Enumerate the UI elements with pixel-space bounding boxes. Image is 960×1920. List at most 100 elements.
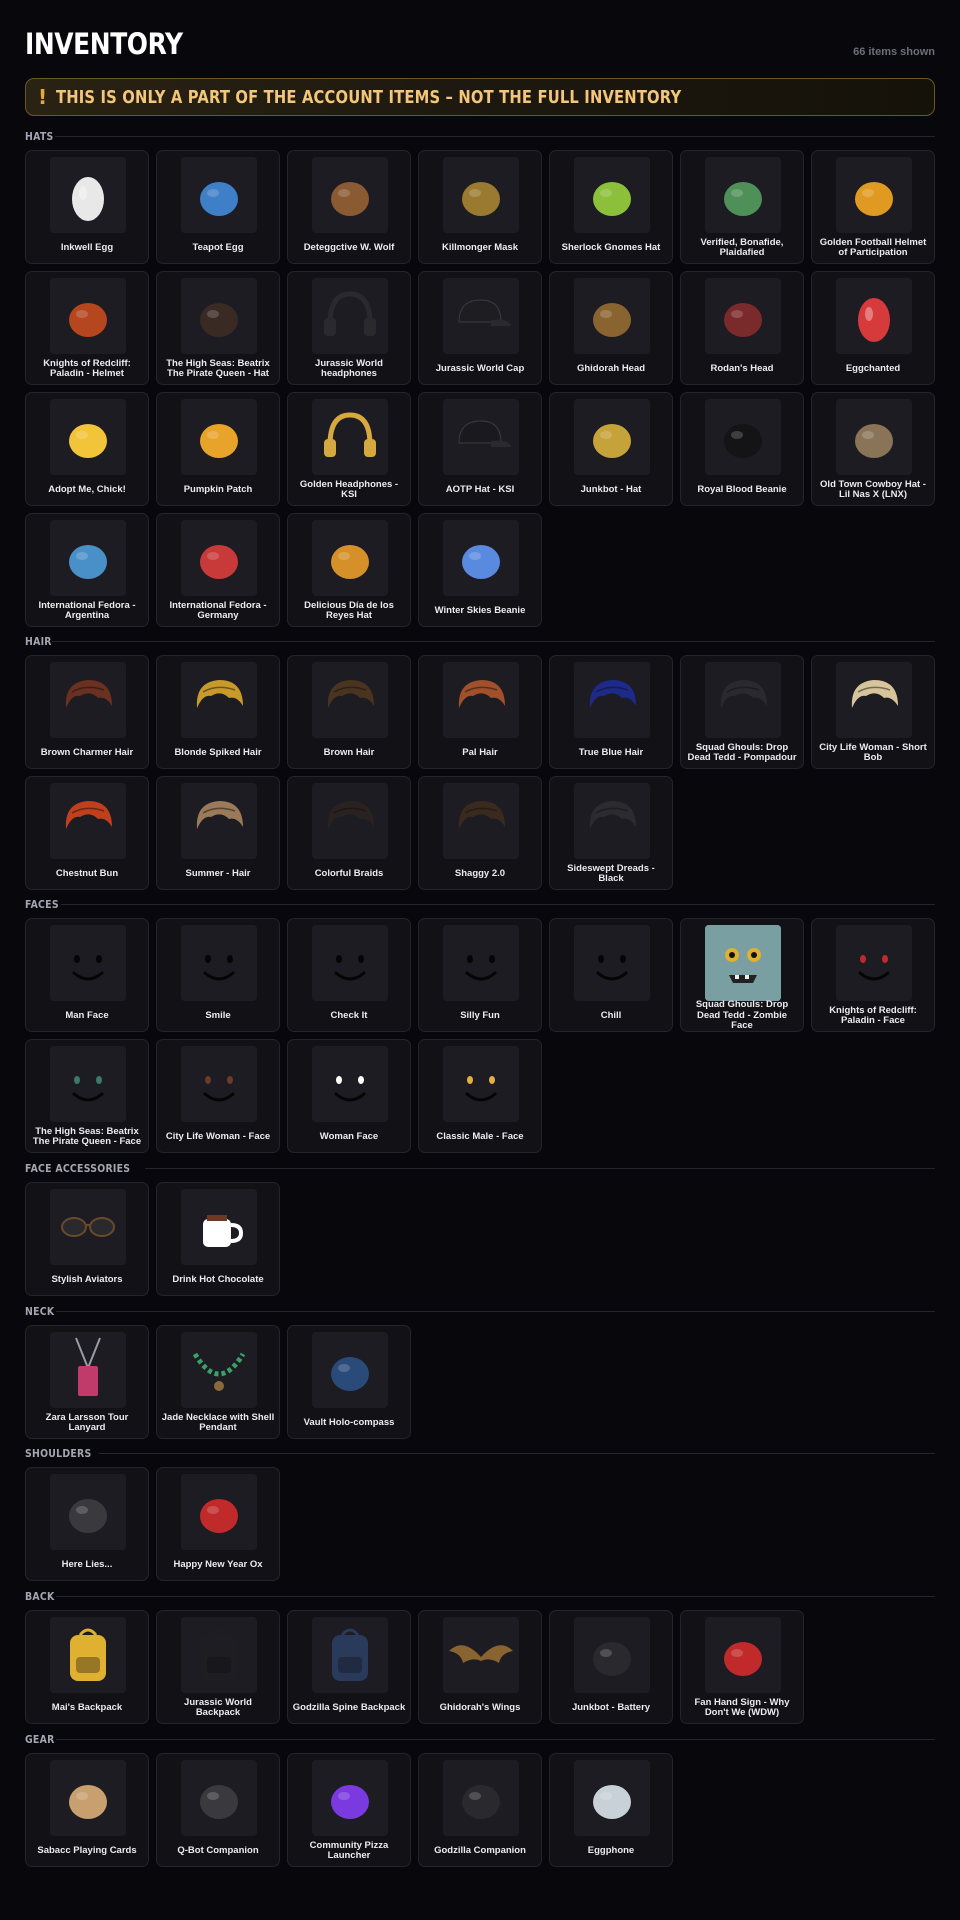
section-faces: FACES Man Face Smile Check It Silly Fun … (25, 896, 935, 1153)
face-icon (443, 925, 519, 1001)
item-card[interactable]: Ghidorah Head (549, 271, 673, 385)
item-card[interactable]: Jurassic World Cap (418, 271, 542, 385)
hair-icon (705, 662, 781, 738)
item-card[interactable]: Woman Face (287, 1039, 411, 1153)
item-card[interactable]: Colorful Braids (287, 776, 411, 890)
item-card[interactable]: Squad Ghouls: Drop Dead Tedd - Zombie Fa… (680, 918, 804, 1032)
item-card[interactable]: Brown Hair (287, 655, 411, 769)
item-card[interactable]: Community Pizza Launcher (287, 1753, 411, 1867)
item-card[interactable]: Delicious Día de los Reyes Hat (287, 513, 411, 627)
item-card[interactable]: Stylish Aviators (25, 1182, 149, 1296)
phone-icon (574, 1760, 650, 1836)
face-icon (181, 925, 257, 1001)
cowboy-hat-icon (836, 399, 912, 475)
item-name: Community Pizza Launcher (309, 1839, 389, 1861)
item-card[interactable]: The High Seas: Beatrix The Pirate Queen … (156, 271, 280, 385)
item-card[interactable]: Pal Hair (418, 655, 542, 769)
item-card[interactable]: International Fedora - Germany (156, 513, 280, 627)
section-header: HAIR (25, 633, 935, 649)
item-card[interactable]: Old Town Cowboy Hat - Lil Nas X (LNX) (811, 392, 935, 506)
page-title: INVENTORY (25, 27, 183, 61)
item-card[interactable]: Teapot Egg (156, 150, 280, 264)
cap-icon (443, 278, 519, 354)
section-title: NECK (25, 1304, 55, 1318)
item-card[interactable]: Inkwell Egg (25, 150, 149, 264)
item-card[interactable]: Jade Necklace with Shell Pendant (156, 1325, 280, 1439)
item-name: Shaggy 2.0 (454, 867, 506, 879)
item-card[interactable]: Knights of Redcliff: Paladin - Face (811, 918, 935, 1032)
helmet-icon (836, 157, 912, 233)
item-card[interactable]: Fan Hand Sign - Why Don't We (WDW) (680, 1610, 804, 1724)
item-card[interactable]: Vault Holo-compass (287, 1325, 411, 1439)
item-card[interactable]: Classic Male - Face (418, 1039, 542, 1153)
item-card[interactable]: Golden Headphones - KSI (287, 392, 411, 506)
junkbot-hat-icon (574, 399, 650, 475)
item-card[interactable]: International Fedora - Argentina (25, 513, 149, 627)
item-card[interactable]: Zara Larsson Tour Lanyard (25, 1325, 149, 1439)
item-card[interactable]: Blonde Spiked Hair (156, 655, 280, 769)
item-card[interactable]: Adopt Me, Chick! (25, 392, 149, 506)
item-card[interactable]: Sherlock Gnomes Hat (549, 150, 673, 264)
item-card[interactable]: Squad Ghouls: Drop Dead Tedd - Pompadour (680, 655, 804, 769)
item-card[interactable]: Q-Bot Companion (156, 1753, 280, 1867)
item-card[interactable]: City Life Woman - Face (156, 1039, 280, 1153)
item-card[interactable]: Eggchanted (811, 271, 935, 385)
item-card[interactable]: Sabacc Playing Cards (25, 1753, 149, 1867)
item-name: The High Seas: Beatrix The Pirate Queen … (166, 357, 270, 379)
item-card[interactable]: Deteggctive W. Wolf (287, 150, 411, 264)
item-card[interactable]: Junkbot - Hat (549, 392, 673, 506)
item-name: Pal Hair (462, 746, 498, 758)
item-name: Stylish Aviators (51, 1273, 123, 1285)
item-card[interactable]: Rodan's Head (680, 271, 804, 385)
item-name: Colorful Braids (314, 867, 384, 879)
item-card[interactable]: Godzilla Spine Backpack (287, 1610, 411, 1724)
section-title: BACK (25, 1589, 55, 1603)
item-card[interactable]: Royal Blood Beanie (680, 392, 804, 506)
item-name: International Fedora - Germany (169, 599, 267, 621)
tombstone-icon (50, 1474, 126, 1550)
item-card[interactable]: Winter Skies Beanie (418, 513, 542, 627)
item-card[interactable]: AOTP Hat - KSI (418, 392, 542, 506)
item-card[interactable]: Junkbot - Battery (549, 1610, 673, 1724)
section-header: SHOULDERS (25, 1445, 935, 1461)
item-grid: Zara Larsson Tour Lanyard Jade Necklace … (25, 1325, 935, 1439)
item-card[interactable]: Man Face (25, 918, 149, 1032)
item-card[interactable]: True Blue Hair (549, 655, 673, 769)
teapot-icon (181, 157, 257, 233)
foam-hand-icon (705, 1617, 781, 1693)
item-card[interactable]: The High Seas: Beatrix The Pirate Queen … (25, 1039, 149, 1153)
item-card[interactable]: Chill (549, 918, 673, 1032)
item-card[interactable]: Smile (156, 918, 280, 1032)
item-card[interactable]: Jurassic World headphones (287, 271, 411, 385)
item-card[interactable]: Summer - Hair (156, 776, 280, 890)
battery-icon (574, 1617, 650, 1693)
item-card[interactable]: Godzilla Companion (418, 1753, 542, 1867)
item-name: Godzilla Spine Backpack (292, 1701, 406, 1713)
item-card[interactable]: Knights of Redcliff: Paladin - Helmet (25, 271, 149, 385)
item-card[interactable]: Eggphone (549, 1753, 673, 1867)
item-card[interactable]: Golden Football Helmet of Participation (811, 150, 935, 264)
item-card[interactable]: Pumpkin Patch (156, 392, 280, 506)
hair-icon (443, 662, 519, 738)
item-card[interactable]: Check It (287, 918, 411, 1032)
item-name: Teapot Egg (192, 241, 244, 253)
item-card[interactable]: Jurassic World Backpack (156, 1610, 280, 1724)
item-card[interactable]: City Life Woman - Short Bob (811, 655, 935, 769)
item-card[interactable]: Ghidorah's Wings (418, 1610, 542, 1724)
item-card[interactable]: Mai's Backpack (25, 1610, 149, 1724)
item-name: Happy New Year Ox (173, 1558, 263, 1570)
item-name: Jurassic World headphones (315, 357, 383, 379)
item-card[interactable]: Sideswept Dreads - Black (549, 776, 673, 890)
item-card[interactable]: Killmonger Mask (418, 150, 542, 264)
backpack-icon (312, 1617, 388, 1693)
item-card[interactable]: Verified, Bonafide, Plaidafied (680, 150, 804, 264)
item-card[interactable]: Chestnut Bun (25, 776, 149, 890)
item-card[interactable]: Silly Fun (418, 918, 542, 1032)
item-card[interactable]: Shaggy 2.0 (418, 776, 542, 890)
item-name: Jade Necklace with Shell Pendant (161, 1411, 275, 1433)
item-card[interactable]: Happy New Year Ox (156, 1467, 280, 1581)
item-card[interactable]: Drink Hot Chocolate (156, 1182, 280, 1296)
item-card[interactable]: Brown Charmer Hair (25, 655, 149, 769)
item-name: Knights of Redcliff: Paladin - Face (829, 1004, 917, 1026)
item-card[interactable]: Here Lies... (25, 1467, 149, 1581)
